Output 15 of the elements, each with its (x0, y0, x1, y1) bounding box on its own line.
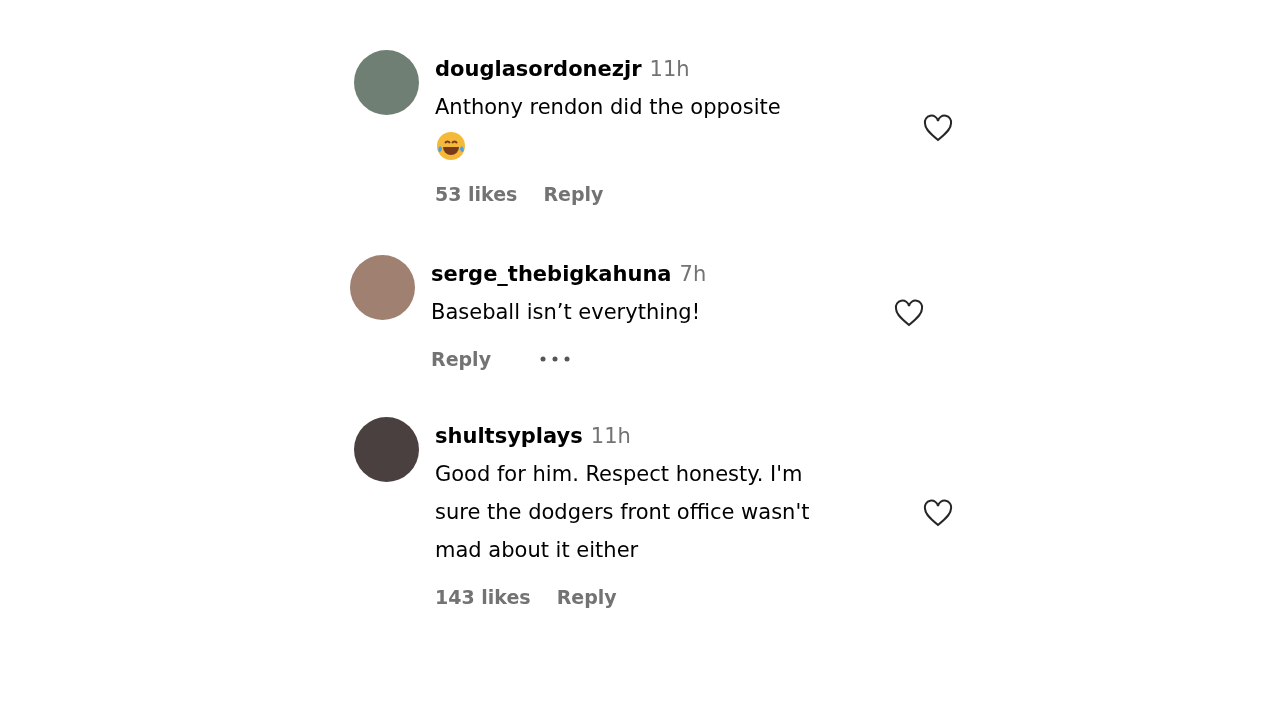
username[interactable]: douglasordonezjr (435, 50, 642, 88)
reply-button[interactable]: Reply (543, 180, 604, 209)
reply-button[interactable]: Reply (431, 344, 491, 373)
likes-count[interactable]: 53 likes (435, 180, 518, 209)
reply-button[interactable]: Reply (556, 583, 617, 612)
username[interactable]: serge_thebigkahuna (431, 254, 672, 293)
comment-time: 11h (590, 423, 631, 450)
comment-text: Good for him. Respect honesty. I'm sure the dodgers front office wasn't mad about it either (435, 461, 811, 564)
comment-time: 11h (649, 56, 690, 83)
more-options-icon[interactable] (539, 354, 571, 363)
comment-time: 7h (679, 260, 707, 288)
likes-count[interactable]: 143 likes (435, 583, 531, 612)
comment-text: Anthony rendon did the opposite (435, 94, 782, 121)
comment-text: Baseball isn’t everything! (431, 298, 702, 326)
username[interactable]: shultsyplays (435, 417, 583, 455)
